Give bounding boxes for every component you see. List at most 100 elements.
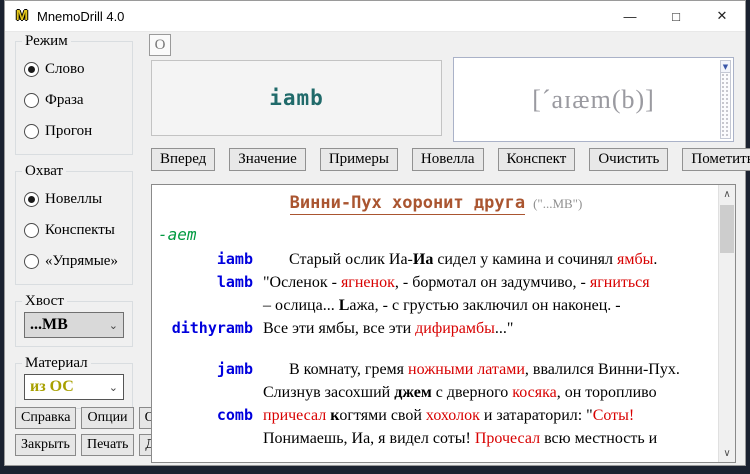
print-button[interactable]: Печать	[81, 434, 134, 456]
story-scrollbar[interactable]: ∧ ∨	[718, 185, 735, 462]
radio-icon	[24, 93, 39, 108]
radio-option[interactable]: «Упрямые»	[24, 253, 124, 270]
story-text-segment: Старый ослик Иа-	[289, 251, 413, 268]
story-text-segment: Иа	[413, 251, 433, 268]
o-button[interactable]: O	[149, 34, 171, 56]
transcription-text: [´aɪæm(b)]	[532, 85, 655, 115]
story-keyword	[156, 294, 253, 317]
radio-option[interactable]: Фраза	[24, 92, 124, 109]
mark-button[interactable]: Пометить	[682, 148, 750, 171]
meaning-button[interactable]: Значение	[229, 148, 306, 171]
story-text-segment: ножными латами	[408, 361, 525, 378]
story-text-line: В комнату, гремя ножными латами, ввалилс…	[253, 358, 680, 381]
tail-dropdown-value: ...МВ	[30, 316, 68, 334]
story-text-line: Понимаешь, Иа, я видел соты! Прочесал вс…	[253, 427, 657, 450]
story-text-segment: , ввалился Винни-Пух.	[525, 361, 680, 378]
clear-button[interactable]: Очистить	[589, 148, 668, 171]
story-text-segment: и затараторил: "	[480, 407, 593, 424]
story-text-segment: , - бормотал он задумчиво, -	[395, 274, 590, 291]
story-text-segment: .	[653, 251, 657, 268]
radio-option[interactable]: Конспекты	[24, 222, 124, 239]
story-row: combпричесал когтями свой хохолок и зата…	[156, 404, 716, 427]
story-text-segment: сидел у камина и сочинял	[433, 251, 617, 268]
scroll-down-icon[interactable]: ∨	[719, 445, 735, 461]
story-keyword	[156, 381, 253, 404]
story-text-segment: всю местность и	[540, 430, 657, 447]
mode-group-label: Режим	[22, 33, 71, 50]
story-keyword: iamb	[156, 248, 253, 271]
maximize-button[interactable]: □	[653, 1, 699, 31]
tail-dropdown[interactable]: ...МВ ⌄	[24, 312, 124, 338]
radio-option[interactable]: Слово	[24, 61, 124, 78]
story-text-segment: Все эти ямбы, все эти	[263, 320, 415, 337]
story-text-segment: дифирамбы	[415, 320, 495, 337]
story-text-segment: В комнату, гремя	[289, 361, 408, 378]
synopsis-button[interactable]: Конспект	[498, 148, 576, 171]
app-icon: M	[13, 7, 31, 25]
story-text-segment: причесал	[263, 407, 326, 424]
ending-label: -aem	[158, 225, 716, 246]
story-row	[156, 340, 716, 358]
scroll-thumb[interactable]	[720, 205, 734, 253]
examples-button[interactable]: Примеры	[320, 148, 398, 171]
minimize-button[interactable]: —	[607, 1, 653, 31]
story-text-segment: ямбы	[617, 251, 653, 268]
story-text-segment: "Осленок -	[263, 274, 341, 291]
story-content: Винни-Пух хоронит друга("...МВ") -aem ia…	[152, 185, 718, 450]
novella-button[interactable]: Новелла	[412, 148, 484, 171]
window-title: MnemoDrill 4.0	[37, 9, 124, 24]
story-area[interactable]: Винни-Пух хоронит друга("...МВ") -aem ia…	[151, 184, 736, 463]
app-window: M MnemoDrill 4.0 — □ ✕ Режим Слово Фраза Пр…	[4, 0, 746, 466]
story-keyword: dithyramb	[156, 317, 253, 340]
radio-option[interactable]: Новеллы	[24, 191, 124, 208]
radio-option[interactable]: Прогон	[24, 123, 124, 140]
story-text-segment: косяка	[512, 384, 556, 401]
material-group-label: Материал	[22, 355, 91, 372]
sidebar-buttons: СправкаОпцииОСЗакрытьПечатьДС	[15, 407, 149, 461]
story-text-line: Старый ослик Иа-Иа сидел у камина и сочи…	[253, 248, 657, 271]
forward-button[interactable]: Вперед	[151, 148, 215, 171]
scope-group: ОхватНовеллыКонспекты«Упрямые»	[15, 171, 133, 285]
material-dropdown[interactable]: из ОС ⌄	[24, 374, 124, 400]
scope-group-label: Охват	[22, 163, 66, 180]
story-text-segment: хохолок	[426, 407, 480, 424]
story-text-segment: Слизнув засохший	[263, 384, 394, 401]
titlebar: M MnemoDrill 4.0 — □ ✕	[5, 1, 745, 32]
transcription-scrollbar[interactable]: ▼	[720, 60, 731, 139]
close-button[interactable]: ✕	[699, 1, 745, 31]
transcription-panel: [´aɪæm(b)] ▼	[453, 57, 734, 142]
radio-option-label: «Упрямые»	[45, 253, 118, 270]
story-text-segment: ягненок	[341, 274, 395, 291]
story-text-line: Слизнув засохший джем с дверного косяка,…	[253, 381, 657, 404]
story-text-segment: огтями свой	[339, 407, 426, 424]
story-tail-note: ("...МВ")	[533, 196, 582, 211]
story-text-segment: джем	[394, 384, 431, 401]
radio-icon	[24, 124, 39, 139]
story-text-line: "Осленок - ягненок, - бормотал он задумч…	[253, 271, 650, 294]
story-text-segment: ягниться	[590, 274, 650, 291]
chevron-down-icon: ⌄	[109, 381, 118, 394]
scroll-arrow-icon[interactable]: ▼	[720, 60, 731, 73]
sidebar: РежимСловоФразаПрогонОхватНовеллыКонспек…	[15, 41, 133, 425]
word-panel: iamb	[151, 60, 442, 136]
options-button[interactable]: Опции	[81, 407, 133, 429]
close-app-button[interactable]: Закрыть	[15, 434, 76, 456]
radio-option-label: Слово	[45, 61, 84, 78]
story-row: iambСтарый ослик Иа-Иа сидел у камина и …	[156, 248, 716, 271]
radio-option-label: Фраза	[45, 92, 84, 109]
material-group: Материал из ОС ⌄	[15, 363, 133, 409]
story-text-segment: L	[339, 297, 350, 314]
current-word: iamb	[269, 86, 324, 110]
radio-option-label: Прогон	[45, 123, 92, 140]
story-text-segment: , он торопливо	[557, 384, 657, 401]
story-text-segment: – ослица...	[263, 297, 339, 314]
story-row: jambВ комнату, гремя ножными латами, вва…	[156, 358, 716, 381]
scroll-up-icon[interactable]: ∧	[719, 186, 735, 202]
story-text-line: причесал когтями свой хохолок и затарато…	[253, 404, 634, 427]
tail-group: Хвост ...МВ ⌄	[15, 301, 133, 347]
story-rows: iambСтарый ослик Иа-Иа сидел у камина и …	[156, 248, 716, 450]
help-button[interactable]: Справка	[15, 407, 76, 429]
radio-icon	[24, 62, 39, 77]
story-text-segment: ажа, - с грустью заключил он наконец. -	[349, 297, 620, 314]
story-keyword: lamb	[156, 271, 253, 294]
